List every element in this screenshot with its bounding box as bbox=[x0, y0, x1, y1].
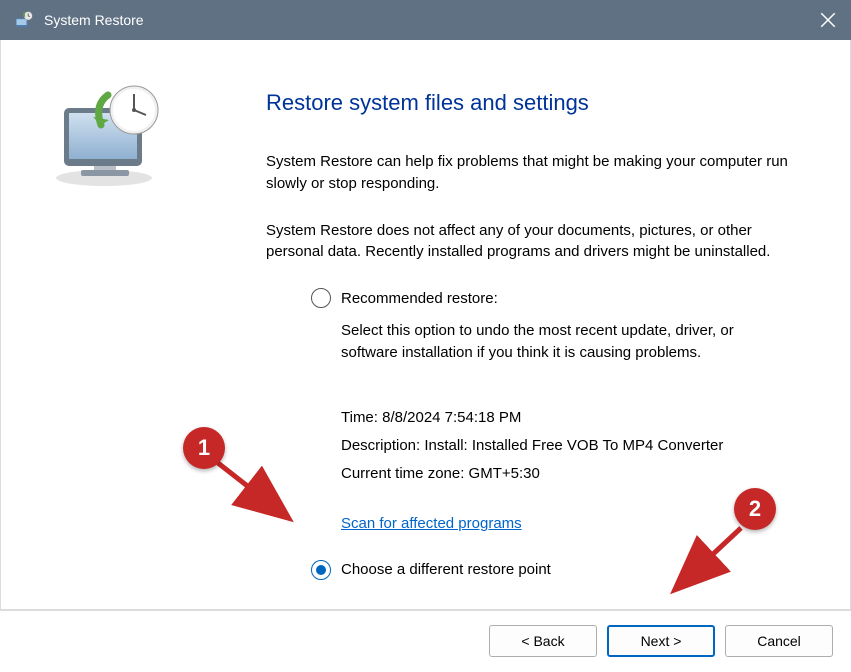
recommended-restore-radio[interactable]: Recommended restore: bbox=[311, 288, 790, 308]
back-button[interactable]: < Back bbox=[489, 625, 597, 657]
annotation-arrow-1 bbox=[210, 455, 300, 530]
cancel-button[interactable]: Cancel bbox=[725, 625, 833, 657]
detail-description: Description: Install: Installed Free VOB… bbox=[341, 437, 790, 454]
radio-checked-icon bbox=[311, 560, 331, 580]
intro-text: System Restore can help fix problems tha… bbox=[266, 151, 790, 195]
scan-affected-link[interactable]: Scan for affected programs bbox=[341, 515, 522, 532]
recommended-description: Select this option to undo the most rece… bbox=[341, 320, 790, 364]
choose-different-label: Choose a different restore point bbox=[341, 561, 551, 578]
titlebar: System Restore bbox=[0, 0, 851, 40]
disclaimer-text: System Restore does not affect any of yo… bbox=[266, 220, 790, 264]
detail-time: Time: 8/8/2024 7:54:18 PM bbox=[341, 409, 790, 426]
close-icon[interactable] bbox=[819, 11, 837, 29]
recommended-label: Recommended restore: bbox=[341, 290, 498, 307]
window-title: System Restore bbox=[44, 12, 144, 28]
restore-app-icon bbox=[14, 10, 34, 30]
annotation-badge-1: 1 bbox=[183, 427, 225, 469]
radio-unchecked-icon bbox=[311, 288, 331, 308]
sidebar bbox=[1, 40, 211, 609]
next-button[interactable]: Next > bbox=[607, 625, 715, 657]
detail-timezone: Current time zone: GMT+5:30 bbox=[341, 465, 790, 482]
restore-wizard-icon bbox=[46, 80, 166, 190]
page-heading: Restore system files and settings bbox=[266, 90, 790, 116]
annotation-arrow-2 bbox=[663, 520, 753, 600]
button-bar: < Back Next > Cancel bbox=[0, 610, 851, 671]
annotation-badge-2: 2 bbox=[734, 488, 776, 530]
